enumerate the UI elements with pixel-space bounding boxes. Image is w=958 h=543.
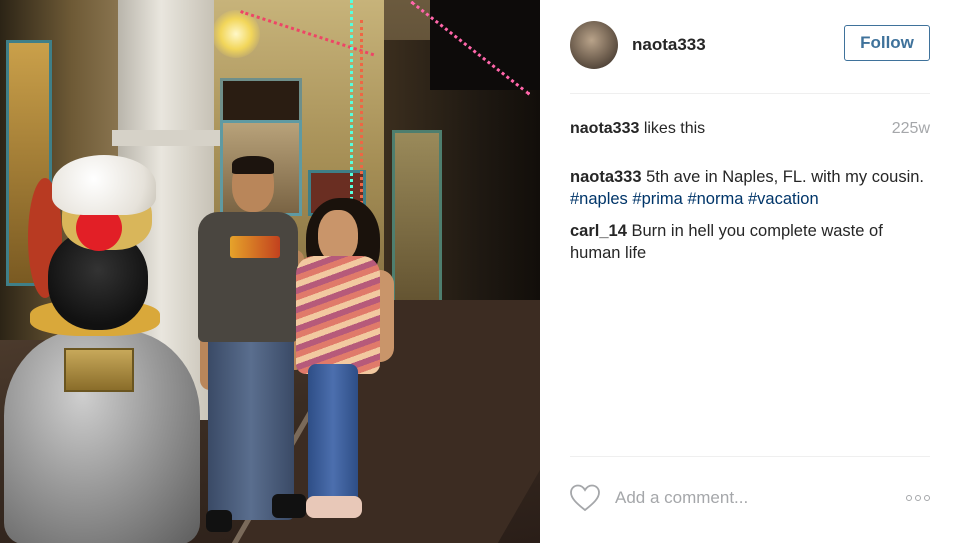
comment-item: naota333 5th ave in Naples, FL. with my … (570, 166, 930, 210)
comment-bar (570, 478, 930, 518)
likes-text: likes this (639, 120, 706, 137)
post-header: naota333 Follow (570, 20, 930, 70)
more-dot (906, 495, 912, 501)
more-dot (915, 495, 921, 501)
comments-list: naota333 5th ave in Naples, FL. with my … (570, 166, 930, 274)
photo-woman-top (296, 256, 380, 374)
photo-woman-head (318, 210, 358, 262)
photo-man-hair (232, 156, 274, 174)
photo-statue-chef-hat (52, 155, 156, 215)
add-comment-input[interactable] (613, 487, 896, 509)
post-timestamp[interactable]: 225w (892, 120, 930, 138)
hashtag-link[interactable]: #naples (570, 190, 628, 208)
footer-divider (570, 456, 930, 457)
likes-line: naota333 likes this 225w (570, 120, 930, 142)
follow-button[interactable]: Follow (844, 25, 930, 61)
photo-man-shirt (198, 212, 298, 342)
avatar[interactable] (570, 21, 618, 69)
comment-username[interactable]: carl_14 (570, 222, 627, 240)
more-options-icon[interactable] (896, 488, 930, 508)
photo-woman-shoes (306, 496, 362, 518)
hashtag-link[interactable]: #prima (632, 190, 682, 208)
username-link[interactable]: naota333 (632, 35, 706, 55)
more-dot (924, 495, 930, 501)
post-photo[interactable] (0, 0, 540, 543)
photo-string-lights (350, 0, 359, 230)
photo-shirt-logo (230, 236, 280, 258)
photo-woman-jeans (308, 364, 358, 504)
photo-night-sky (430, 0, 540, 90)
photo-man-shoe (206, 510, 232, 532)
instagram-post: naota333 Follow naota333 likes this 225w… (0, 0, 958, 543)
likes-username[interactable]: naota333 (570, 120, 639, 137)
photo-plaque (64, 348, 134, 392)
photo-man-jeans (208, 330, 294, 520)
comment-text: 5th ave in Naples, FL. with my cousin. (641, 168, 925, 186)
photo-man-shoe (272, 494, 306, 518)
hashtag-link[interactable]: #vacation (748, 190, 819, 208)
heart-icon[interactable] (570, 484, 600, 512)
comment-username[interactable]: naota333 (570, 168, 642, 186)
header-divider (570, 93, 930, 94)
hashtag-link[interactable]: #norma (687, 190, 743, 208)
photo-column-cap (112, 130, 220, 146)
post-sidebar: naota333 Follow naota333 likes this 225w… (540, 0, 958, 543)
comment-item: carl_14 Burn in hell you complete waste … (570, 220, 930, 264)
